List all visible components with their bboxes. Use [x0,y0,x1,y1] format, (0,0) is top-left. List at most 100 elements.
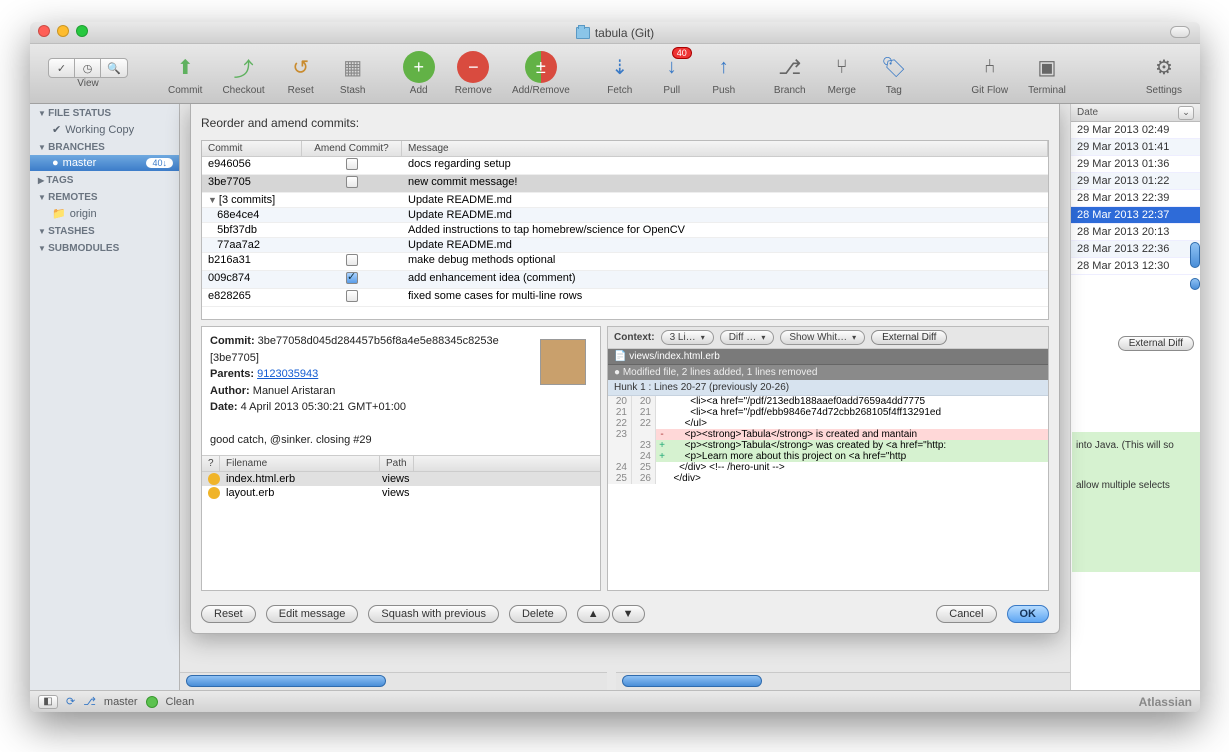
date-row[interactable]: 29 Mar 2013 01:41 [1071,139,1200,156]
layout-toggle-icon[interactable]: ◧ [38,695,58,709]
commit-row[interactable]: e946056docs regarding setup [202,157,1048,175]
gitflow-button[interactable]: ⑃Git Flow [971,51,1008,96]
sidebar-item[interactable]: ●master40↓ [30,155,179,171]
amend-checkbox[interactable] [346,158,358,170]
item-icon: ✔︎ [52,123,61,136]
parent-link[interactable]: 9123035943 [257,368,318,380]
date-row[interactable]: 28 Mar 2013 22:39 [1071,190,1200,207]
minimize-icon[interactable] [57,25,69,37]
commit-row[interactable]: 3be7705new commit message! [202,175,1048,193]
date-row[interactable]: 28 Mar 2013 20:13 [1071,224,1200,241]
move-up-button[interactable]: ▲ [577,605,610,623]
add-button[interactable]: +Add [403,51,435,96]
date-column-header[interactable]: Date [1071,104,1200,122]
branch-indicator-icon: ⎇ [83,695,96,708]
delete-button[interactable]: Delete [509,605,567,623]
merge-button[interactable]: ⑂Merge [826,51,858,96]
right-column: Date 29 Mar 2013 02:4929 Mar 2013 01:412… [1070,104,1200,690]
hscroll-thumb[interactable] [622,675,762,687]
move-down-button[interactable]: ▼ [612,605,645,623]
whitespace-popup[interactable]: Show Whit… [780,330,865,345]
sidebar-section[interactable]: REMOTES [30,188,179,205]
date-row[interactable]: 28 Mar 2013 22:37 [1071,207,1200,224]
context-lines-popup[interactable]: 3 Li… [661,330,714,345]
commit-row[interactable]: 68e4ce4Update README.md [202,208,1048,223]
fetch-button[interactable]: ⇣Fetch [604,51,636,96]
commit-row[interactable]: ▼[3 commits]Update README.md [202,193,1048,208]
checkout-button[interactable]: ⤴︎Checkout [222,51,264,96]
sync-icon[interactable]: ⟳ [66,695,75,708]
date-row[interactable]: 29 Mar 2013 02:49 [1071,122,1200,139]
sidebar-item-label: Working Copy [65,124,134,136]
amend-checkbox[interactable] [346,272,358,284]
sidebar-section[interactable]: SUBMODULES [30,239,179,256]
view-segmented[interactable]: ✓ ◷ 🔍 [48,58,128,78]
avatar [540,339,586,385]
commit-row[interactable]: 5bf37dbAdded instructions to tap homebre… [202,223,1048,238]
terminal-button[interactable]: ▣Terminal [1028,51,1066,96]
main-content: Reorder and amend commits: Commit Amend … [180,104,1070,690]
push-button[interactable]: ↑Push [708,51,740,96]
diff-line: 24+ <p>Learn more about this project on … [608,451,1048,462]
amend-checkbox[interactable] [346,254,358,266]
diff-file-summary: ● Modified file, 2 lines added, 1 lines … [608,364,1048,380]
commit-subject: good catch, @sinker. closing #29 [210,434,372,446]
status-state: Clean [166,696,195,708]
addremove-button[interactable]: ±Add/Remove [512,51,570,96]
reset-button[interactable]: ↺Reset [285,51,317,96]
sidebar-section[interactable]: FILE STATUS [30,104,179,121]
view-commit-icon[interactable]: ✓ [49,59,75,77]
commit-button[interactable]: ⬆︎Commit [168,51,202,96]
cancel-button[interactable]: Cancel [936,605,996,623]
hscroll-thumb[interactable] [186,675,386,687]
context-label: Context: [614,332,655,343]
diff-mode-popup[interactable]: Diff … [720,330,775,345]
view-search-icon[interactable]: 🔍 [101,59,127,77]
date-row[interactable]: 29 Mar 2013 01:36 [1071,156,1200,173]
remove-button[interactable]: −Remove [455,51,492,96]
squash-button[interactable]: Squash with previous [368,605,499,623]
settings-button[interactable]: ⚙Settings [1146,51,1182,96]
sidebar-section[interactable]: STASHES [30,222,179,239]
external-diff-button[interactable]: External Diff [871,330,947,345]
amend-checkbox[interactable] [346,176,358,188]
close-icon[interactable] [38,25,50,37]
reset-button[interactable]: Reset [201,605,256,623]
commit-row[interactable]: e828265fixed some cases for multi-line r… [202,289,1048,307]
brand-label: Atlassian [1139,695,1192,709]
file-row[interactable]: index.html.erbviews [202,472,600,486]
vscroll-thumb[interactable] [1190,278,1200,290]
sidebar-item[interactable]: ✔︎ Working Copy [30,121,179,138]
commit-row[interactable]: 009c874add enhancement idea (comment) [202,271,1048,289]
titlebar: tabula (Git) [30,22,1200,44]
external-diff-button[interactable]: External Diff [1118,336,1194,351]
ok-button[interactable]: OK [1007,605,1050,623]
stash-button[interactable]: ▦Stash [337,51,369,96]
diff-hunk[interactable]: Hunk 1 : Lines 20-27 (previously 20-26) … [608,380,1048,590]
tag-button[interactable]: 🏷Tag [878,51,910,96]
status-branch: master [104,696,138,708]
date-row[interactable]: 29 Mar 2013 01:22 [1071,173,1200,190]
item-icon: 📁 [52,207,66,220]
date-row[interactable]: 28 Mar 2013 22:36 [1071,241,1200,258]
sidebar-section[interactable]: BRANCHES [30,138,179,155]
titlebar-pill-icon[interactable] [1170,26,1190,38]
commit-row[interactable]: b216a31make debug methods optional [202,253,1048,271]
clean-status-icon [146,696,158,708]
edit-message-button[interactable]: Edit message [266,605,359,623]
pull-button[interactable]: ↓40Pull [656,51,688,96]
branch-button[interactable]: ⎇Branch [774,51,806,96]
commit-table[interactable]: Commit Amend Commit? Message e946056docs… [201,140,1049,320]
diff-line: 2222 </ul> [608,418,1048,429]
commit-row[interactable]: 77aa7a2Update README.md [202,238,1048,253]
view-clock-icon[interactable]: ◷ [75,59,101,77]
file-row[interactable]: layout.erbviews [202,486,600,500]
date-row[interactable]: 28 Mar 2013 12:30 [1071,258,1200,275]
vscroll-thumb[interactable] [1190,242,1200,268]
amend-checkbox[interactable] [346,290,358,302]
file-table[interactable]: ? Filename Path index.html.erbviewslayou… [202,455,600,591]
zoom-icon[interactable] [76,25,88,37]
sidebar-section[interactable]: TAGS [30,171,179,188]
sidebar-item[interactable]: 📁origin [30,205,179,222]
view-group: ✓ ◷ 🔍 View [48,58,128,89]
